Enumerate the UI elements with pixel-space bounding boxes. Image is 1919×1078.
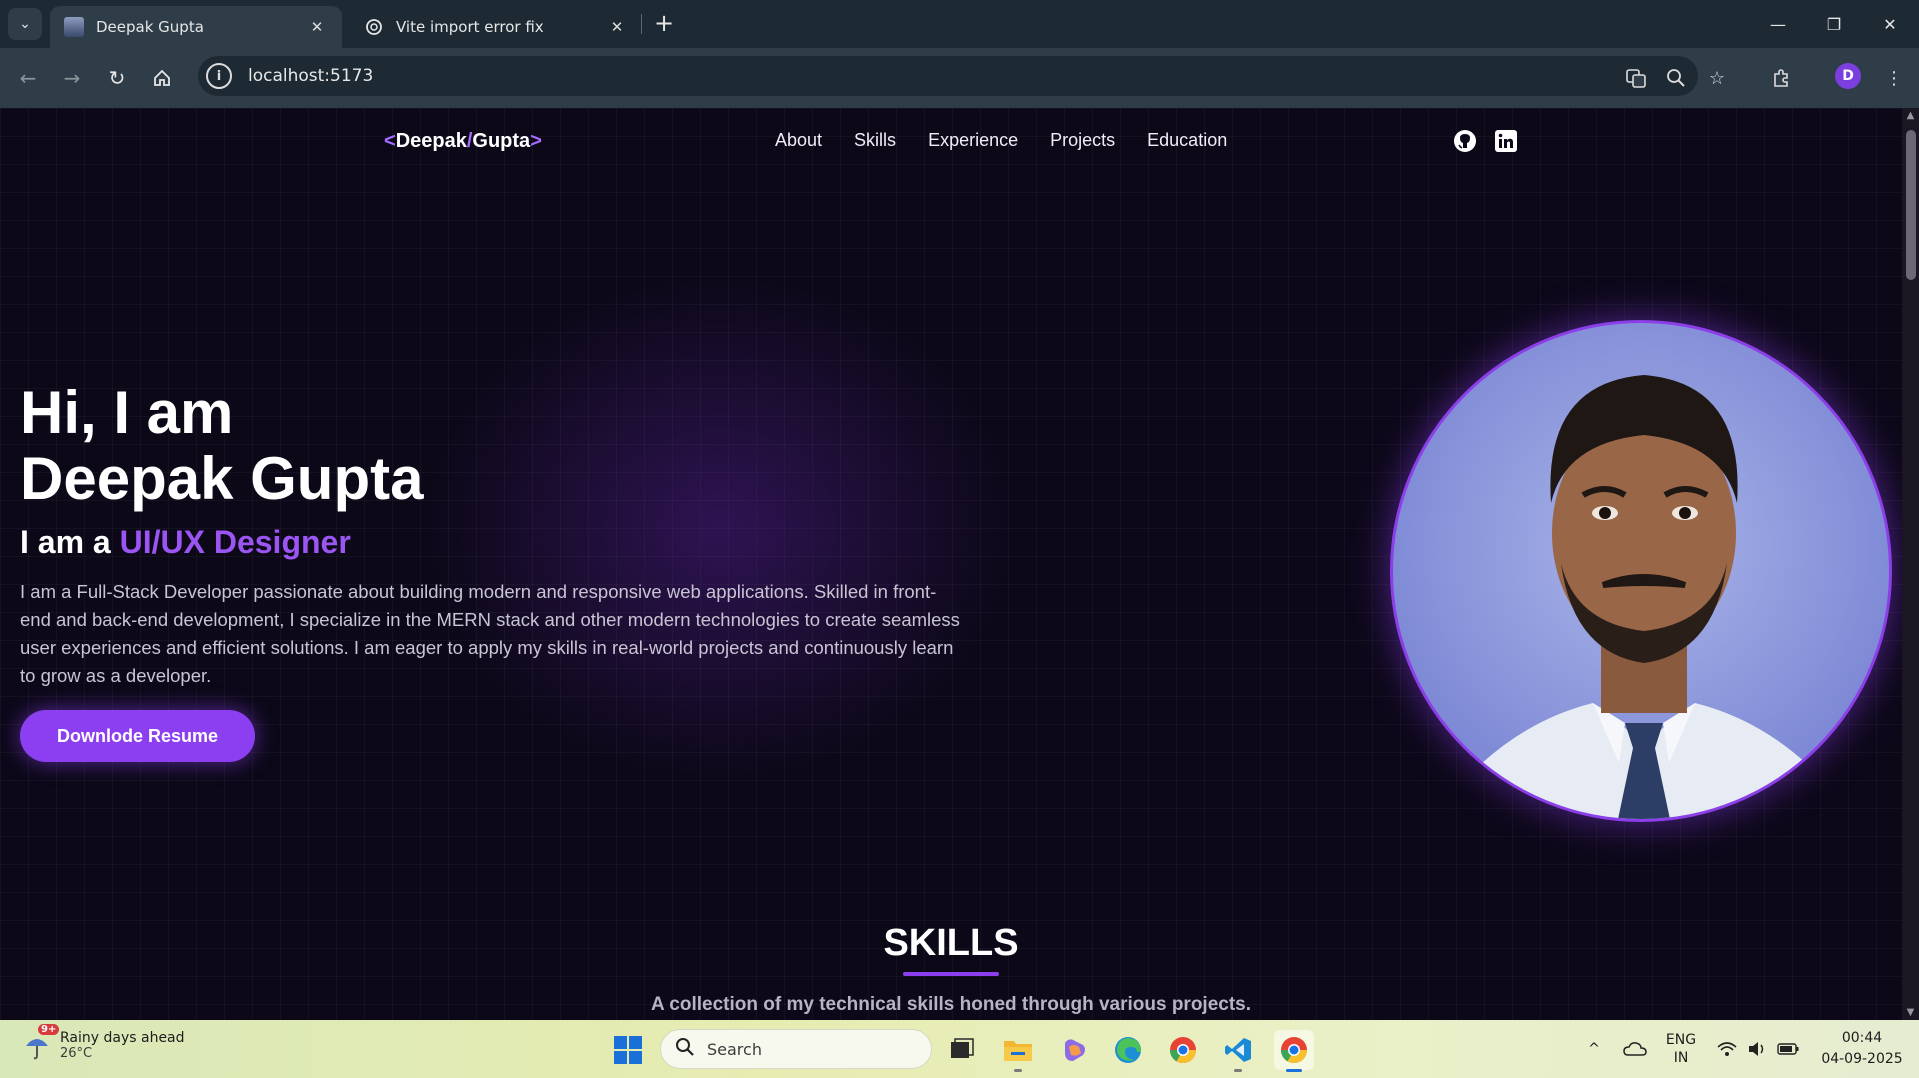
- tab-search-button[interactable]: ⌄: [8, 8, 42, 40]
- url-text[interactable]: localhost:5173: [248, 66, 373, 86]
- weather-widget[interactable]: 9+ Rainy days ahead 26°C: [20, 1024, 185, 1062]
- site-nav: About Skills Experience Projects Educati…: [775, 130, 1227, 151]
- task-view-icon[interactable]: [942, 1030, 982, 1070]
- chrome-active-icon[interactable]: [1274, 1030, 1314, 1070]
- favicon-icon: [64, 17, 84, 37]
- page-scrollbar[interactable]: ▲ ▼: [1902, 108, 1919, 1020]
- page-viewport: <Deepak/Gupta> About Skills Experience P…: [0, 108, 1902, 1020]
- system-clock[interactable]: 00:44 04-09-2025: [1812, 1028, 1912, 1070]
- chatgpt-icon: [364, 17, 384, 37]
- zoom-icon[interactable]: [1660, 62, 1692, 94]
- tab-title: Deepak Gupta: [96, 18, 204, 36]
- skills-underline: [903, 972, 999, 976]
- nav-link-education[interactable]: Education: [1147, 130, 1227, 151]
- onedrive-cloud-icon[interactable]: [1618, 1020, 1652, 1078]
- github-icon[interactable]: [1452, 128, 1478, 154]
- windows-start-icon[interactable]: [608, 1030, 648, 1070]
- translate-icon[interactable]: [1620, 62, 1652, 94]
- file-explorer-icon[interactable]: [998, 1030, 1038, 1070]
- bookmark-star-icon[interactable]: ☆: [1701, 62, 1733, 94]
- active-indicator: [1286, 1069, 1302, 1072]
- hero-line-2: Deepak Gupta: [20, 445, 424, 512]
- vscode-icon[interactable]: [1218, 1030, 1258, 1070]
- new-tab-button[interactable]: +: [650, 10, 678, 38]
- hero-line-1: Hi, I am: [20, 379, 234, 446]
- battery-icon[interactable]: [1774, 1020, 1802, 1078]
- typed-role: UI/UX Designer: [119, 524, 351, 560]
- chrome-icon[interactable]: [1163, 1030, 1203, 1070]
- tab-title: Vite import error fix: [396, 18, 544, 36]
- download-resume-button[interactable]: Downlode Resume: [20, 710, 255, 762]
- hero-bio: I am a Full-Stack Developer passionate a…: [20, 581, 960, 686]
- search-icon: [675, 1037, 695, 1061]
- running-indicator: [1234, 1069, 1242, 1072]
- home-button[interactable]: [146, 62, 178, 94]
- weather-text: Rainy days ahead: [60, 1029, 185, 1046]
- weather-temp: 26°C: [60, 1045, 93, 1061]
- scroll-down-arrow-icon[interactable]: ▼: [1905, 1007, 1916, 1018]
- edge-browser-icon[interactable]: [1108, 1030, 1148, 1070]
- nav-link-about[interactable]: About: [775, 130, 822, 151]
- browser-toolbar: ← → ↻ i localhost:5173 ☆ D ⋮: [0, 48, 1919, 108]
- close-icon[interactable]: ✕: [606, 16, 628, 38]
- rain-umbrella-icon: 9+: [20, 1024, 60, 1062]
- nav-link-projects[interactable]: Projects: [1050, 130, 1115, 151]
- nav-link-experience[interactable]: Experience: [928, 130, 1018, 151]
- taskbar: 9+ Rainy days ahead 26°C Search ^ ENG IN…: [0, 1020, 1919, 1078]
- home-icon: [154, 69, 170, 86]
- tab-divider: [641, 14, 642, 34]
- hero-heading: Hi, I am Deepak Gupta: [20, 380, 423, 512]
- hero-role: I am a UI/UX Designer: [20, 524, 351, 560]
- scroll-up-arrow-icon[interactable]: ▲: [1905, 110, 1916, 121]
- copilot-icon[interactable]: [1054, 1030, 1094, 1070]
- site-info-icon[interactable]: i: [206, 63, 232, 89]
- taskbar-search[interactable]: Search: [660, 1029, 932, 1069]
- restore-button[interactable]: ❐: [1806, 0, 1862, 48]
- site-logo[interactable]: <Deepak/Gupta>: [384, 130, 542, 153]
- reload-button[interactable]: ↻: [101, 62, 133, 94]
- chevron-up-icon[interactable]: ^: [1580, 1020, 1608, 1078]
- skills-heading: SKILLS: [883, 922, 1019, 964]
- tab-deepak-gupta[interactable]: Deepak Gupta ✕: [50, 6, 342, 48]
- minimize-button[interactable]: —: [1750, 0, 1806, 48]
- language-indicator[interactable]: ENG IN: [1660, 1020, 1702, 1078]
- nav-link-skills[interactable]: Skills: [854, 130, 896, 151]
- skills-subtitle: A collection of my technical skills hone…: [650, 994, 1252, 1015]
- chevron-down-icon: ⌄: [19, 16, 31, 32]
- window-close-button[interactable]: ✕: [1862, 0, 1918, 48]
- menu-kebab-icon[interactable]: ⋮: [1878, 62, 1910, 94]
- wifi-icon[interactable]: [1714, 1020, 1740, 1078]
- volume-icon[interactable]: [1744, 1020, 1770, 1078]
- tab-vite-import-error-fix[interactable]: Vite import error fix ✕: [350, 6, 642, 48]
- scrollbar-thumb[interactable]: [1906, 130, 1916, 280]
- linkedin-icon[interactable]: [1493, 128, 1519, 154]
- running-indicator: [1014, 1069, 1022, 1072]
- close-icon[interactable]: ✕: [306, 16, 328, 38]
- profile-photo: [1390, 320, 1892, 822]
- forward-button[interactable]: →: [56, 62, 88, 94]
- tab-strip: ⌄ Deepak Gupta ✕ Vite import error fix ✕…: [0, 0, 1919, 48]
- extensions-icon[interactable]: [1765, 62, 1797, 94]
- back-button[interactable]: ←: [12, 62, 44, 94]
- address-bar[interactable]: i localhost:5173: [198, 56, 1698, 96]
- profile-avatar[interactable]: D: [1835, 63, 1861, 89]
- weather-badge: 9+: [38, 1024, 60, 1035]
